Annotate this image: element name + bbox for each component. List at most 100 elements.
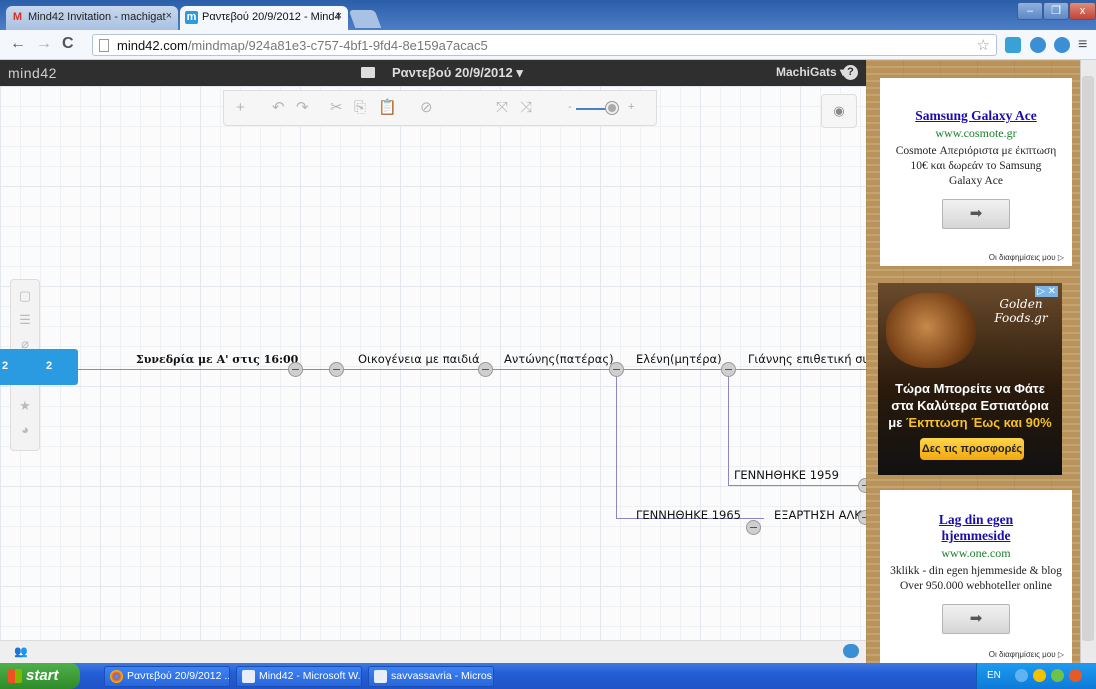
ad-arrow-button[interactable]: ➡ <box>942 199 1010 229</box>
ad-close-icon[interactable]: ▷ ✕ <box>1035 286 1058 297</box>
add-node-icon[interactable]: + <box>236 100 245 116</box>
map-title-menu[interactable]: Ραντεβού 20/9/2012 ▾ <box>392 65 523 81</box>
gmail-icon: M <box>12 11 23 23</box>
mindmap-canvas[interactable]: + ↶ ↷ ✂ ⎘ 📋 ⊘ ⤧ ⤨ - + ◉ ▢ ☰ ⌀ ▣ ★ ◕ 2 2 … <box>0 86 866 640</box>
user-menu[interactable]: MachiGats ▾ <box>776 65 846 79</box>
ad-samsung[interactable]: Samsung Galaxy Ace www.cosmote.gr Cosmot… <box>880 78 1072 266</box>
ad-choices-link[interactable]: Οι διαφημίσεις μου ▷ <box>989 253 1064 262</box>
node-born-1965[interactable]: ΓΕΝΝΗΘΗΚΕ 1965 <box>636 508 741 522</box>
palette-icon[interactable]: ◕ <box>11 422 39 437</box>
root-node-label: 2 <box>46 360 53 372</box>
system-tray: EN <box>976 663 1096 689</box>
delete-icon[interactable]: ⊘ <box>420 100 433 116</box>
ad-title[interactable]: Lag din egen hjemmeside <box>880 512 1072 544</box>
collapse-toggle[interactable] <box>609 362 624 377</box>
zoom-in-icon[interactable]: + <box>628 101 634 113</box>
maximize-button[interactable]: ❐ <box>1043 2 1069 20</box>
ad-url[interactable]: www.one.com <box>880 546 1072 561</box>
menu-icon[interactable]: ≡ <box>1078 37 1087 53</box>
bookmark-star-icon[interactable]: ☆ <box>977 36 990 54</box>
list-icon[interactable]: ☰ <box>11 312 39 328</box>
collapse-toggle[interactable] <box>478 362 493 377</box>
undo-icon[interactable]: ↶ <box>272 100 285 116</box>
collapse-toggle[interactable] <box>721 362 736 377</box>
ad-text: 3klikk - din egen hjemmeside & blog Over… <box>890 565 1062 592</box>
redo-icon[interactable]: ↷ <box>296 100 309 116</box>
ad-choices-link[interactable]: Οι διαφημίσεις μου ▷ <box>989 650 1064 659</box>
tab-mind42-invitation[interactable]: M Mind42 Invitation - machigat × <box>6 6 178 30</box>
ad-url[interactable]: www.cosmote.gr <box>880 126 1072 141</box>
ad-arrow-button[interactable]: ➡ <box>942 604 1010 634</box>
node-addiction[interactable]: ΕΞΑΡΤΗΣΗ ΑΛΚΟ <box>774 508 866 522</box>
collapse-toggle[interactable] <box>329 362 344 377</box>
close-tab-icon[interactable]: × <box>336 10 342 22</box>
start-button[interactable]: start <box>0 663 80 689</box>
node-family[interactable]: Οικογένεια με παιδιά <box>358 352 480 366</box>
ad-golden-foods[interactable]: Golden Foods.gr ▷ ✕ Τώρα Μπορείτε να Φάτ… <box>878 283 1062 475</box>
url-text: mind42.com/mindmap/924a81e3-c757-4bf1-9f… <box>117 38 488 53</box>
folder-icon[interactable] <box>361 67 375 78</box>
word-icon <box>242 670 255 683</box>
ad-brand-logo: Golden Foods.gr <box>994 297 1048 325</box>
node-antonis[interactable]: Αντώνης(πατέρας) <box>504 352 614 366</box>
close-window-button[interactable]: x <box>1069 2 1096 20</box>
expand-all-icon[interactable]: ⤨ <box>520 100 532 116</box>
collapse-toggle[interactable] <box>858 510 866 525</box>
tray-icon[interactable] <box>1015 669 1028 682</box>
tray-icon[interactable] <box>1051 669 1064 682</box>
food-image <box>886 293 976 368</box>
collapse-toggle[interactable] <box>746 520 761 535</box>
extension-icon[interactable] <box>1054 37 1070 53</box>
collapse-toggle[interactable] <box>288 362 303 377</box>
forward-arrow-icon[interactable]: → <box>36 36 52 52</box>
eye-icon: ◉ <box>833 103 845 118</box>
reload-icon[interactable]: C <box>62 36 74 52</box>
minimize-button[interactable]: – <box>1017 2 1043 20</box>
page-icon <box>99 39 109 52</box>
address-bar-row: ← → C mind42.com/mindmap/924a81e3-c757-4… <box>0 30 1096 60</box>
note-icon[interactable]: ▢ <box>11 288 39 304</box>
root-node[interactable]: 2 2 <box>0 349 78 385</box>
ad-one-com[interactable]: Lag din egen hjemmeside www.one.com 3kli… <box>880 490 1072 663</box>
branch-line <box>728 485 866 486</box>
taskbar-item-word[interactable]: savvassavria - Micros... <box>368 666 494 687</box>
ad-title[interactable]: Samsung Galaxy Ace <box>880 108 1072 124</box>
paste-icon[interactable]: 📋 <box>378 100 397 116</box>
ad-offers-button[interactable]: Δες τις προσφορές <box>920 438 1024 460</box>
node-born-1959[interactable]: ΓΕΝΝΗΘΗΚΕ 1959 <box>734 468 839 482</box>
copy-icon[interactable]: ⎘ <box>354 100 366 116</box>
node-session[interactable]: Συνεδρία με Α' στις 16:00 <box>136 353 298 366</box>
cut-icon[interactable]: ✂ <box>330 100 343 116</box>
collaborators-icon[interactable]: 👥 <box>14 645 28 658</box>
new-tab-button[interactable] <box>348 10 382 28</box>
branch-line <box>728 373 729 485</box>
tray-icon[interactable] <box>1033 669 1046 682</box>
close-tab-icon[interactable]: × <box>166 10 172 22</box>
back-arrow-icon[interactable]: ← <box>10 36 26 52</box>
taskbar-item-word[interactable]: Mind42 - Microsoft W... <box>236 666 362 687</box>
star-icon[interactable]: ★ <box>11 398 39 414</box>
collapse-toggle[interactable] <box>858 478 866 493</box>
language-indicator[interactable]: EN <box>987 670 1001 681</box>
taskbar-item-chrome[interactable]: Ραντεβού 20/9/2012 ... <box>104 666 230 687</box>
collapse-all-icon[interactable]: ⤧ <box>496 100 508 116</box>
tray-icon[interactable] <box>1069 669 1082 682</box>
tab-mindmap[interactable]: m Ραντεβού 20/9/2012 - Mind4 × <box>180 6 348 30</box>
windows-flag-icon <box>8 669 22 683</box>
extension-icon[interactable] <box>1030 37 1046 53</box>
scrollbar-thumb[interactable] <box>1082 76 1094 641</box>
help-icon[interactable]: ? <box>843 65 858 80</box>
extension-icon[interactable] <box>1005 37 1021 53</box>
zoom-out-icon[interactable]: - <box>568 101 572 113</box>
branch-line <box>78 369 866 370</box>
url-input[interactable]: mind42.com/mindmap/924a81e3-c757-4bf1-9f… <box>92 34 997 56</box>
zoom-slider-handle[interactable] <box>606 102 618 114</box>
node-giannis[interactable]: Γιάννης επιθετική συμπε <box>748 352 866 366</box>
sync-cloud-icon <box>843 644 859 658</box>
browser-tab-bar: M Mind42 Invitation - machigat × m Ραντε… <box>0 0 1096 30</box>
node-eleni[interactable]: Ελένη(μητέρα) <box>636 352 722 366</box>
view-mode-button[interactable]: ◉ <box>821 94 857 128</box>
status-bar: 👥 <box>0 640 866 663</box>
app-header: mind42 Ραντεβού 20/9/2012 ▾ MachiGats ▾ … <box>0 60 866 86</box>
ad-text: Τώρα Μπορείτε να Φάτε στα Καλύτερα Εστια… <box>888 381 1052 430</box>
